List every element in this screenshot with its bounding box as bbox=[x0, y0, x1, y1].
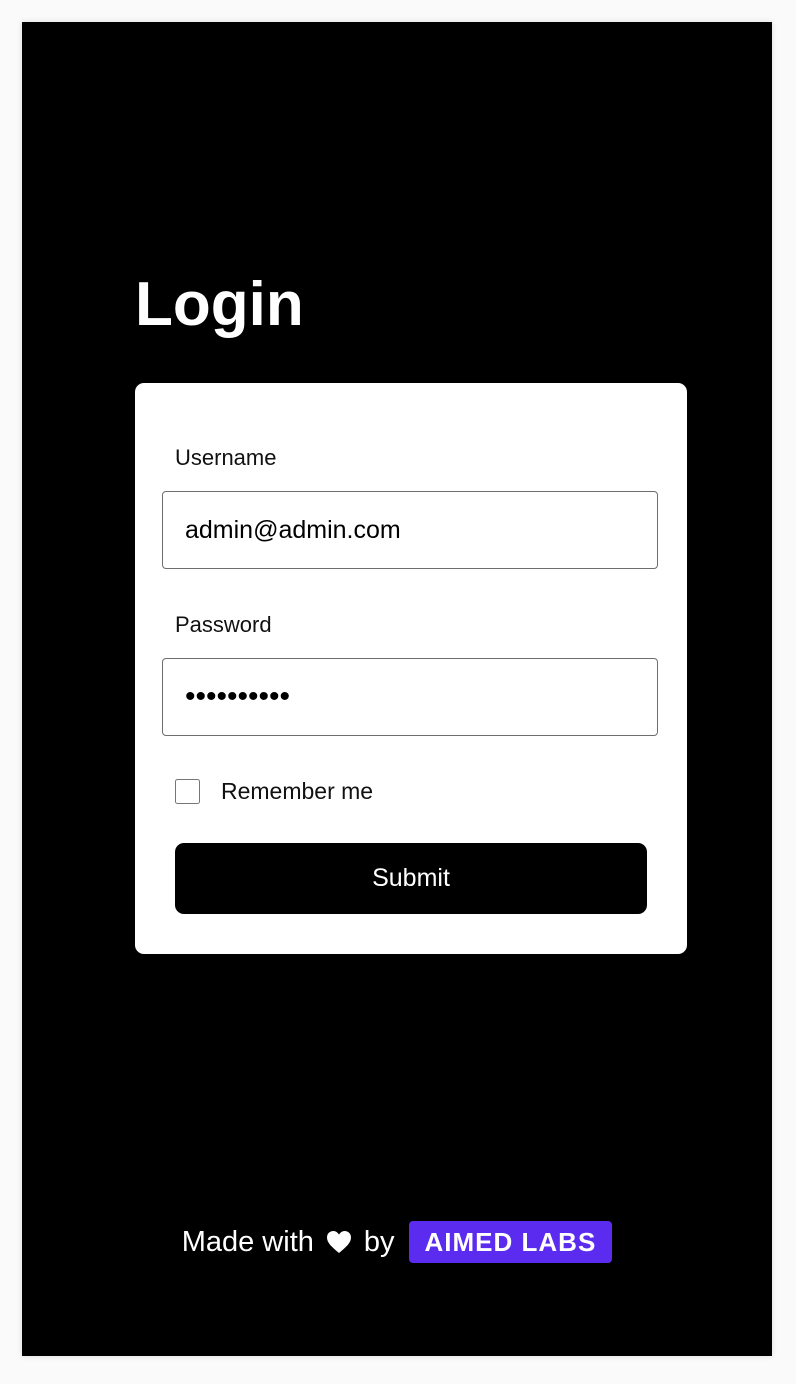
username-input[interactable] bbox=[162, 491, 658, 569]
footer-made-with-text: Made with bbox=[181, 1225, 314, 1258]
app-frame: Login Username Password Remember me Subm… bbox=[22, 22, 772, 1356]
remember-me-checkbox[interactable] bbox=[175, 778, 200, 804]
remember-me-label[interactable]: Remember me bbox=[221, 777, 373, 805]
password-label: Password bbox=[175, 612, 272, 637]
submit-button[interactable]: Submit bbox=[175, 843, 647, 914]
password-input[interactable] bbox=[162, 658, 658, 736]
brand-logo-link[interactable]: AIMED LABS bbox=[408, 1221, 613, 1263]
heart-icon bbox=[326, 1230, 352, 1254]
page-title: Login bbox=[135, 270, 304, 339]
footer: Made with by AIMED LABS bbox=[22, 1221, 772, 1263]
remember-me-row: Remember me bbox=[175, 777, 373, 805]
login-card: Username Password Remember me Submit bbox=[135, 383, 687, 954]
footer-by-text: by bbox=[363, 1225, 395, 1258]
username-label: Username bbox=[175, 445, 277, 470]
